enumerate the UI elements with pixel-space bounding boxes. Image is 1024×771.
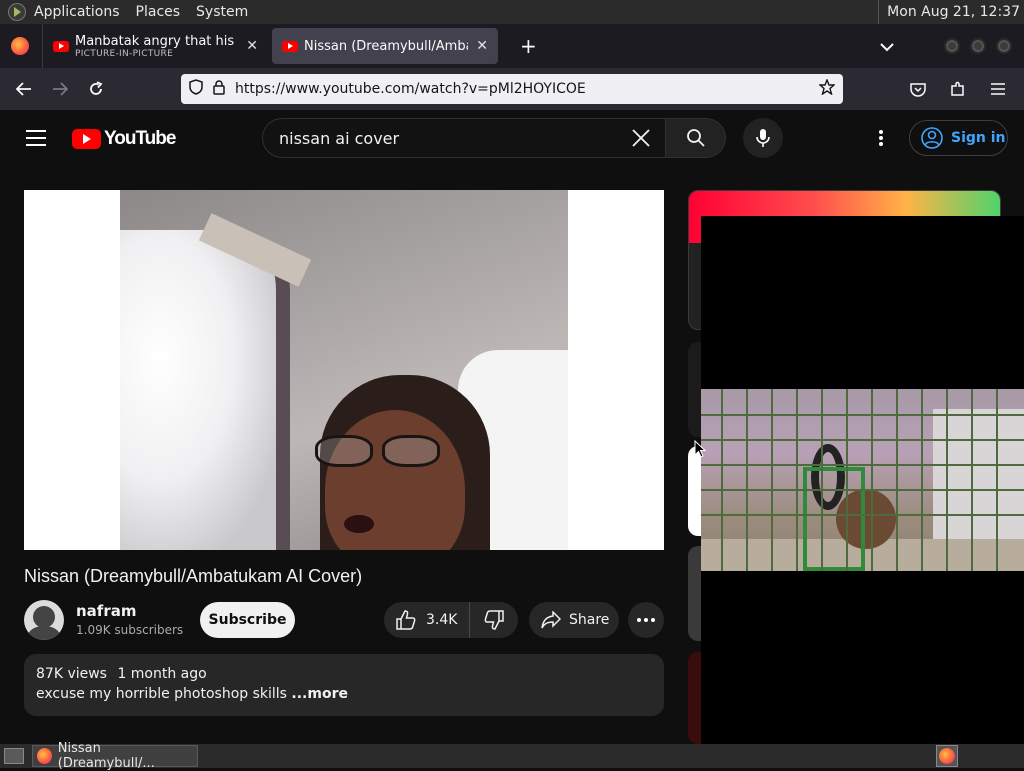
firefox-icon xyxy=(37,748,52,764)
tab-current-video[interactable]: Nissan (Dreamybull/Ambatu ✕ xyxy=(272,28,498,64)
share-arrow-icon xyxy=(541,611,561,629)
like-button[interactable]: 3.4K xyxy=(384,602,470,638)
reload-icon[interactable] xyxy=(78,73,114,105)
window-controls xyxy=(944,38,1012,54)
search-input[interactable]: nissan ai cover xyxy=(262,118,666,158)
tab-title: Nissan (Dreamybull/Ambatu xyxy=(304,38,468,54)
picture-in-picture-window[interactable] xyxy=(701,216,1024,744)
menu-places[interactable]: Places xyxy=(136,4,181,20)
new-tab-plus-icon[interactable]: + xyxy=(520,34,537,58)
tracking-protection-shield-icon[interactable] xyxy=(189,79,203,99)
video-frame xyxy=(120,190,568,550)
mouse-cursor-icon xyxy=(694,440,706,458)
tab-close-icon[interactable]: ✕ xyxy=(476,38,488,54)
nav-toolbar-right xyxy=(900,73,1016,105)
tab-close-icon[interactable]: ✕ xyxy=(246,38,258,54)
share-button[interactable]: Share xyxy=(529,602,619,638)
voice-search-mic-icon[interactable] xyxy=(743,118,783,158)
maximize-window-icon[interactable] xyxy=(970,38,986,54)
url-text[interactable]: https://www.youtube.com/watch?v=pMl2HOYI… xyxy=(235,81,586,97)
search-icon xyxy=(686,129,705,147)
youtube-logo-text: YouTube xyxy=(104,128,176,149)
tab-pip-video[interactable]: Manbatak angry that his cag PICTURE-IN-P… xyxy=(42,24,268,68)
youtube-favicon-icon xyxy=(53,40,69,52)
video-player[interactable] xyxy=(24,190,664,550)
browser-tab-strip: Manbatak angry that his cag PICTURE-IN-P… xyxy=(0,24,1024,68)
sign-in-button[interactable]: Sign in xyxy=(909,120,1008,156)
os-logo-icon[interactable] xyxy=(8,3,26,21)
bookmark-star-icon[interactable] xyxy=(818,78,836,99)
firefox-menu-icon[interactable] xyxy=(11,37,29,55)
description-snippet: excuse my horrible photoshop skills xyxy=(36,686,287,702)
video-title: Nissan (Dreamybull/Ambatukam AI Cover) xyxy=(24,566,363,586)
thumbs-up-icon xyxy=(396,610,416,630)
menu-system[interactable]: System xyxy=(196,4,248,20)
os-clock[interactable]: Mon Aug 21, 12:37 xyxy=(878,0,1020,24)
youtube-logo[interactable]: YouTube xyxy=(72,128,176,150)
os-top-panel: Applications Places System Mon Aug 21, 1… xyxy=(0,0,1024,24)
subscribe-button[interactable]: Subscribe xyxy=(200,602,295,638)
site-lock-icon[interactable] xyxy=(213,79,225,99)
description-box[interactable]: 87K views 1 month ago excuse my horrible… xyxy=(24,654,664,716)
settings-more-icon[interactable] xyxy=(872,128,890,148)
share-label: Share xyxy=(569,612,610,628)
app-menu-hamburger-icon[interactable] xyxy=(980,73,1016,105)
description-more-link[interactable]: ...more xyxy=(291,686,348,702)
url-bar[interactable]: https://www.youtube.com/watch?v=pMl2HOYI… xyxy=(181,74,843,104)
pip-video-frame xyxy=(701,389,1024,571)
search-query: nissan ai cover xyxy=(279,128,400,148)
subscriber-count: 1.09K subscribers xyxy=(76,623,184,637)
back-arrow-icon[interactable] xyxy=(6,73,42,105)
view-count: 87K views xyxy=(36,666,107,682)
video-owner-row: nafram 1.09K subscribers Subscribe 3.4K … xyxy=(24,600,664,640)
close-window-icon[interactable] xyxy=(996,38,1012,54)
tab-title: Manbatak angry that his cag xyxy=(75,33,238,49)
taskbar-window-button[interactable]: Nissan (Dreamybull/... xyxy=(32,741,198,771)
os-menu: Applications Places System xyxy=(0,0,264,24)
more-actions-icon[interactable] xyxy=(628,602,664,638)
youtube-play-logo-icon xyxy=(72,129,101,149)
upload-age: 1 month ago xyxy=(117,666,207,682)
taskbar-window-title: Nissan (Dreamybull/... xyxy=(57,741,155,771)
description-text: excuse my horrible photoshop skills ...m… xyxy=(36,686,652,702)
tab-subtitle: PICTURE-IN-PICTURE xyxy=(75,48,174,59)
video-meta: 87K views 1 month ago xyxy=(36,666,652,682)
like-dislike-group: 3.4K xyxy=(384,602,518,638)
sign-in-label: Sign in xyxy=(951,130,1006,146)
account-circle-icon xyxy=(921,127,943,149)
taskbar-firefox-launcher[interactable] xyxy=(936,745,958,767)
firefox-icon xyxy=(939,748,955,764)
forward-arrow-icon[interactable] xyxy=(42,73,78,105)
channel-name[interactable]: nafram xyxy=(76,602,136,620)
dislike-button[interactable] xyxy=(470,610,518,630)
search-button[interactable] xyxy=(666,118,726,158)
os-taskbar: Nissan (Dreamybull/... xyxy=(0,741,1024,771)
channel-avatar[interactable] xyxy=(24,600,64,640)
show-desktop-icon[interactable] xyxy=(4,748,24,764)
pocket-icon[interactable] xyxy=(900,73,936,105)
thumbs-down-icon xyxy=(484,610,504,630)
minimize-window-icon[interactable] xyxy=(944,38,960,54)
youtube-favicon-icon xyxy=(282,40,298,52)
menu-applications[interactable]: Applications xyxy=(34,4,120,20)
guide-menu-icon[interactable] xyxy=(26,130,46,146)
list-all-tabs-chevron-icon[interactable] xyxy=(880,37,894,56)
browser-nav-bar: https://www.youtube.com/watch?v=pMl2HOYI… xyxy=(0,68,1024,110)
clear-search-icon[interactable] xyxy=(631,128,651,152)
like-count: 3.4K xyxy=(426,612,458,628)
youtube-header: YouTube nissan ai cover Sign in xyxy=(0,110,1024,166)
extensions-puzzle-icon[interactable] xyxy=(940,73,976,105)
